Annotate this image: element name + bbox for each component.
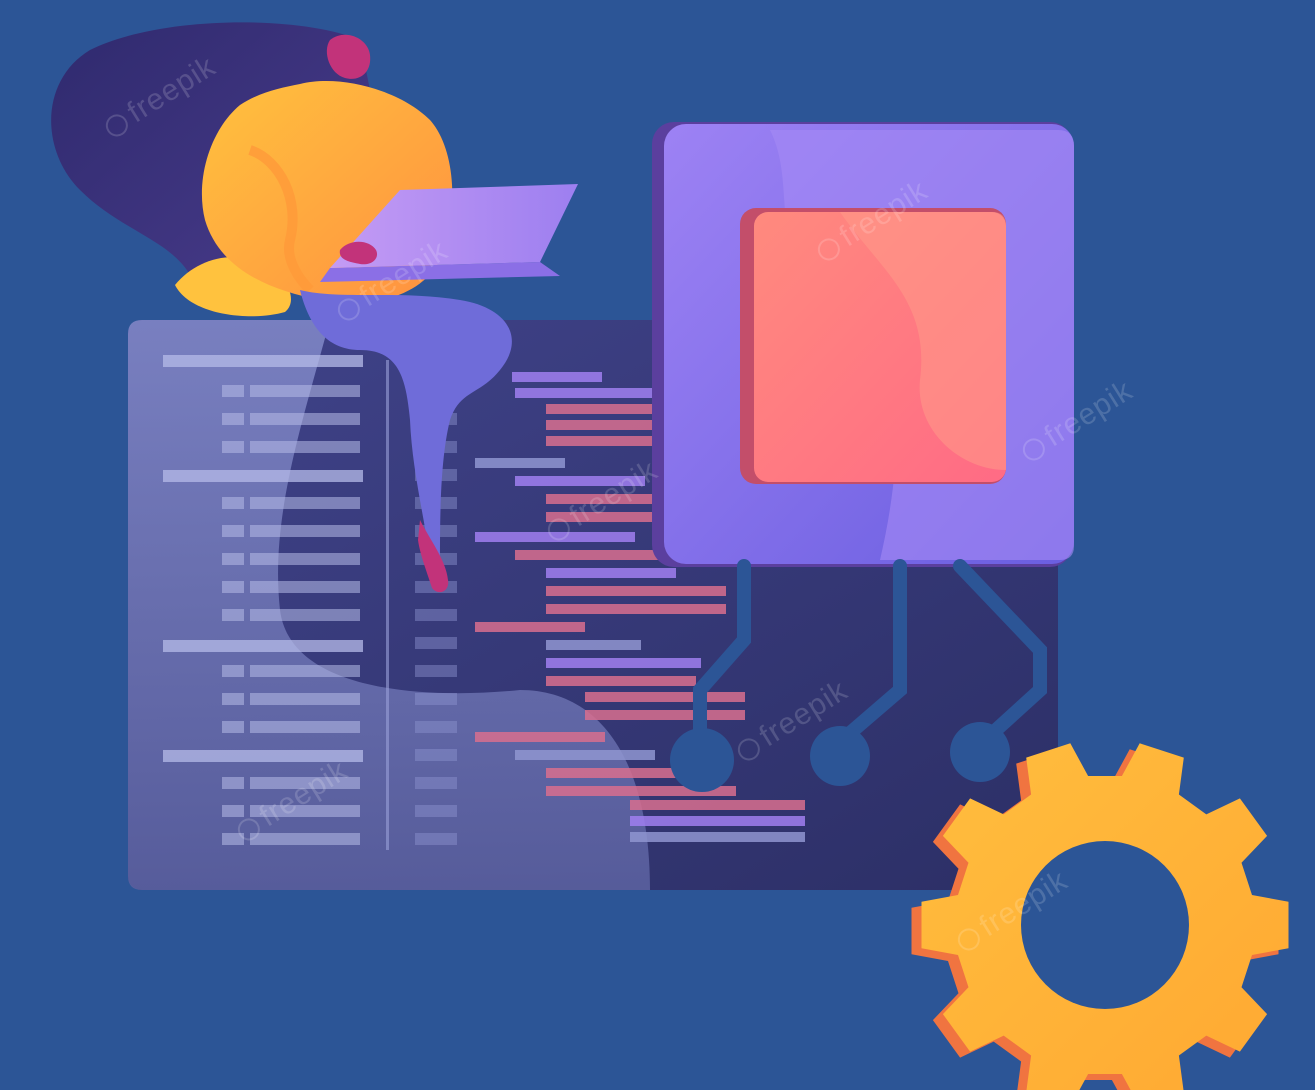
sidebar-file-line <box>250 413 360 425</box>
code-line <box>630 832 805 842</box>
code-line <box>546 676 696 686</box>
sidebar-gutter-line <box>415 665 457 677</box>
sidebar-folder-line <box>163 470 363 482</box>
sidebar-icon-block <box>222 833 244 845</box>
code-line <box>546 586 726 596</box>
code-line <box>585 692 745 702</box>
sidebar-file-line <box>250 721 360 733</box>
chip <box>652 122 1074 567</box>
sidebar-gutter-line <box>415 805 457 817</box>
sidebar-icon-block <box>222 553 244 565</box>
sidebar-icon-block <box>222 665 244 677</box>
sidebar-file-line <box>250 609 360 621</box>
code-line <box>515 388 655 398</box>
sidebar-file-line <box>250 777 360 789</box>
code-line <box>546 768 686 778</box>
code-line <box>475 458 565 468</box>
sidebar-icon-block <box>222 441 244 453</box>
sidebar-file-line <box>250 525 360 537</box>
sidebar-gutter-line <box>415 833 457 845</box>
sidebar-gutter-line <box>415 721 457 733</box>
sidebar-gutter-line <box>415 637 457 649</box>
code-line <box>546 658 701 668</box>
sidebar-folder-line <box>163 640 363 652</box>
illustration-stage: freepik freepik freepik freepik freepik … <box>0 0 1315 1090</box>
sidebar-icon-block <box>222 693 244 705</box>
sidebar-file-line <box>250 693 360 705</box>
sidebar-divider <box>386 360 389 850</box>
developer-illustration <box>51 22 1289 1090</box>
sidebar-file-line <box>250 497 360 509</box>
sidebar-icon-block <box>222 581 244 593</box>
code-line <box>546 568 676 578</box>
code-line <box>546 404 666 414</box>
sidebar-folder-line <box>163 355 363 367</box>
sidebar-icon-block <box>222 721 244 733</box>
sidebar-icon-block <box>222 525 244 537</box>
sidebar-icon-block <box>222 777 244 789</box>
sidebar-icon-block <box>222 413 244 425</box>
sidebar-file-line <box>250 553 360 565</box>
code-line <box>515 476 645 486</box>
sidebar-file-line <box>250 833 360 845</box>
sidebar-file-line <box>250 805 360 817</box>
code-line <box>585 710 745 720</box>
sidebar-file-line <box>250 385 360 397</box>
code-line <box>546 494 656 504</box>
code-line <box>546 604 726 614</box>
sidebar-gutter-line <box>415 609 457 621</box>
sidebar-gutter-line <box>415 777 457 789</box>
sidebar-folder-line <box>163 750 363 762</box>
code-line <box>630 816 805 826</box>
sidebar-file-line <box>250 581 360 593</box>
code-line <box>512 372 602 382</box>
code-line <box>475 732 605 742</box>
sidebar-file-line <box>250 665 360 677</box>
code-line <box>475 532 635 542</box>
sidebar-icon-block <box>222 497 244 509</box>
sidebar-gutter-line <box>415 693 457 705</box>
sidebar-icon-block <box>222 805 244 817</box>
sidebar-gutter-line <box>415 749 457 761</box>
sidebar-icon-block <box>222 609 244 621</box>
sidebar-file-line <box>250 441 360 453</box>
code-line <box>515 750 655 760</box>
sidebar-icon-block <box>222 385 244 397</box>
code-line <box>630 800 805 810</box>
code-line <box>475 622 585 632</box>
code-line <box>546 640 641 650</box>
code-line <box>546 436 656 446</box>
